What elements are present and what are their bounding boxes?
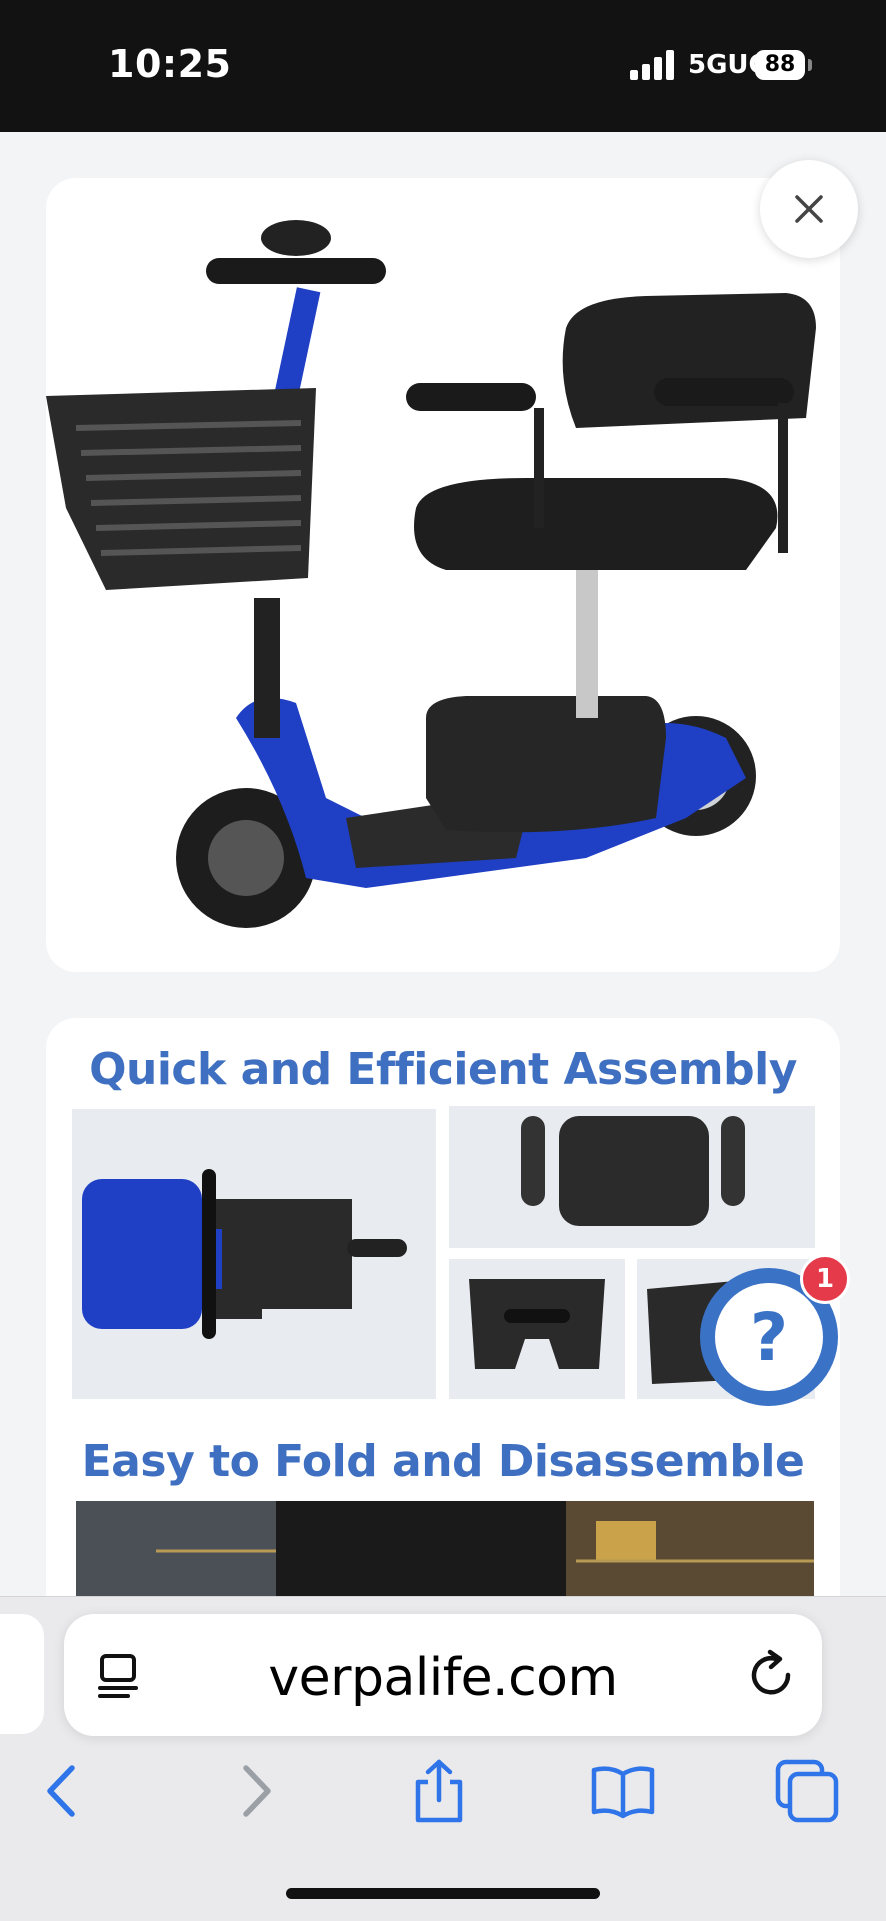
close-button[interactable] [760, 160, 858, 258]
scooter-top-view-image [72, 1109, 436, 1399]
forward-icon[interactable] [222, 1758, 288, 1824]
home-indicator [286, 1888, 600, 1899]
scooter-image [46, 220, 816, 928]
bookmarks-icon[interactable] [590, 1758, 656, 1824]
back-icon[interactable] [30, 1758, 96, 1824]
help-label: ? [715, 1283, 823, 1391]
tabs-icon[interactable] [774, 1758, 840, 1824]
status-time: 10:25 [108, 42, 232, 86]
seat-image [449, 1106, 815, 1248]
product-image-card[interactable] [46, 178, 840, 972]
fold-heading: Easy to Fold and Disassemble [81, 1436, 805, 1487]
assembly-heading: Quick and Efficient Assembly [89, 1044, 797, 1095]
car-trunk-image [76, 1501, 814, 1601]
signal-icon [630, 50, 674, 80]
close-icon [795, 195, 823, 223]
seat-base-image [449, 1259, 625, 1399]
share-icon[interactable] [406, 1758, 472, 1824]
battery-tip [808, 59, 812, 71]
address-bar[interactable]: verpalife.com [64, 1614, 822, 1736]
notification-badge: 1 [800, 1254, 850, 1304]
previous-tab-preview[interactable] [0, 1614, 44, 1734]
status-bar: 10:25 5GUC 88 [0, 0, 886, 132]
battery-level: 88 [755, 50, 805, 80]
url-text[interactable]: verpalife.com [64, 1648, 822, 1708]
reload-icon[interactable] [744, 1648, 798, 1702]
